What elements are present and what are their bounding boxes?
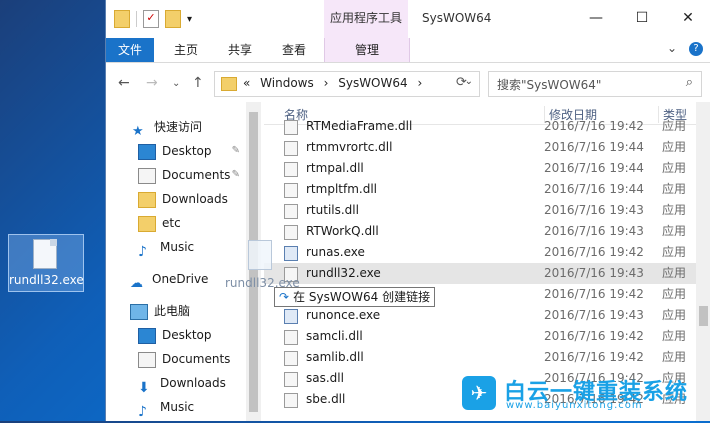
folder-icon[interactable] — [114, 10, 130, 28]
desktop-file-label: rundll32.exe — [9, 273, 84, 287]
dll-file-icon — [284, 120, 298, 135]
pin-icon[interactable]: ✎ — [232, 140, 240, 162]
forward-icon[interactable]: → — [146, 75, 158, 91]
table-row[interactable]: rtmpal.dll 2016/7/16 19:44 应用 — [264, 158, 696, 179]
breadcrumb-windows[interactable]: Windows — [260, 76, 314, 90]
link-arrow-icon: ↷ — [279, 290, 290, 304]
search-icon: ⌕ — [685, 75, 693, 90]
quick-access-toolbar: ✓ ▾ — [114, 10, 192, 28]
dll-file-icon — [284, 183, 298, 198]
nav-item-this-pc[interactable]: 此电脑 — [130, 300, 190, 322]
pin-icon[interactable]: ✎ — [232, 164, 240, 186]
context-tab-app-tools: 应用程序工具 — [324, 0, 408, 38]
customize-qat-icon[interactable]: ▾ — [187, 14, 192, 25]
recent-dropdown-icon[interactable]: ⌄ — [172, 78, 180, 89]
window-title: SysWOW64 — [422, 11, 492, 25]
nav-item-pc-downloads[interactable]: ⬇ Downloads — [138, 372, 226, 396]
minimize-button[interactable]: — — [573, 0, 619, 36]
up-icon[interactable]: ↑ — [192, 75, 204, 91]
dll-file-icon — [284, 162, 298, 177]
window-controls: — ☐ ✕ — [573, 0, 710, 36]
table-row[interactable]: rundll32.exe 2016/7/16 19:43 应用 — [264, 263, 696, 284]
nav-item-onedrive[interactable]: ☁ OneDrive — [130, 268, 208, 291]
maximize-button[interactable]: ☐ — [619, 0, 665, 36]
desktop-icon — [138, 143, 156, 160]
desktop-file-item[interactable]: rundll32.exe — [8, 234, 84, 292]
table-row[interactable]: rtmpltfm.dll 2016/7/16 19:44 应用 — [264, 179, 696, 200]
breadcrumb-sep[interactable]: › — [417, 76, 422, 90]
nav-item-quick-access[interactable]: ★ 快速访问 — [132, 116, 202, 139]
pc-icon — [130, 303, 148, 320]
dll-file-icon — [284, 351, 298, 366]
help-icon[interactable]: ? — [689, 42, 703, 56]
table-row[interactable]: RTWorkQ.dll 2016/7/16 19:43 应用 — [264, 221, 696, 242]
drag-tooltip: ↷ 在 SysWOW64 创建链接 — [274, 287, 436, 307]
navigation-pane: ★ 快速访问 Desktop ✎ Documents ✎ Downloads etc … — [106, 102, 246, 421]
documents-icon — [138, 167, 156, 184]
explorer-window: ✓ ▾ 应用程序工具 SysWOW64 — ☐ ✕ 文件 主页 共享 查看 管理… — [105, 0, 710, 421]
music-icon: ♪ — [138, 403, 147, 420]
tab-share[interactable]: 共享 — [228, 38, 252, 62]
download-icon: ⬇ — [138, 379, 150, 396]
desktop-icon — [138, 327, 156, 344]
tab-file[interactable]: 文件 — [106, 38, 154, 62]
breadcrumb: « Windows › SysWOW64 › — [243, 76, 428, 90]
file-icon — [33, 239, 57, 269]
table-row[interactable]: rtmmvrortc.dll 2016/7/16 19:44 应用 — [264, 137, 696, 158]
nav-item-pc-desktop[interactable]: Desktop — [138, 324, 212, 346]
folder-icon — [138, 191, 156, 208]
table-row[interactable]: runonce.exe 2016/7/16 19:43 应用 — [264, 305, 696, 326]
back-icon[interactable]: ← — [118, 75, 130, 91]
sort-caret-icon: ^ — [402, 102, 411, 109]
folder-icon — [138, 215, 156, 232]
ribbon-expand-icon[interactable]: ⌄ — [667, 41, 677, 55]
exe-file-icon — [284, 309, 298, 324]
ribbon-tabs: 文件 主页 共享 查看 管理 ⌄ ? — [106, 38, 710, 63]
folder-icon — [221, 77, 237, 91]
exe-file-icon — [284, 246, 298, 261]
nav-item-downloads[interactable]: Downloads — [138, 188, 228, 210]
nav-item-music[interactable]: ♪ Music — [138, 236, 194, 260]
music-icon: ♪ — [138, 243, 147, 260]
star-icon: ★ — [132, 123, 144, 139]
address-field[interactable]: « Windows › SysWOW64 › ⌄ — [214, 71, 480, 97]
dll-file-icon — [284, 141, 298, 156]
breadcrumb-overflow[interactable]: « — [243, 76, 250, 90]
close-button[interactable]: ✕ — [665, 0, 710, 36]
search-placeholder: 搜索"SysWOW64" — [497, 78, 602, 92]
nav-item-pc-music[interactable]: ♪ Music — [138, 396, 194, 420]
table-row[interactable]: samlib.dll 2016/7/16 19:42 应用 — [264, 347, 696, 368]
properties-icon[interactable]: ✓ — [143, 10, 159, 28]
tab-home[interactable]: 主页 — [174, 38, 198, 62]
dll-file-icon — [284, 393, 298, 408]
dll-file-icon — [284, 330, 298, 345]
watermark-url: www.baiyunxitong.com — [506, 400, 643, 411]
title-bar: ✓ ▾ 应用程序工具 SysWOW64 — ☐ ✕ — [106, 0, 710, 38]
refresh-icon[interactable]: ⟳ — [456, 75, 467, 90]
dll-file-icon — [284, 204, 298, 219]
tab-manage[interactable]: 管理 — [324, 38, 410, 62]
watermark: ✈ 白云一键重装系统 www.baiyunxitong.com — [462, 376, 700, 412]
table-row[interactable]: RTMediaFrame.dll 2016/7/16 19:42 应用 — [264, 116, 696, 137]
file-list-scrollbar[interactable] — [696, 102, 710, 421]
documents-icon — [138, 351, 156, 368]
nav-item-pc-documents[interactable]: Documents — [138, 348, 230, 370]
table-row[interactable]: runas.exe 2016/7/16 19:42 应用 — [264, 242, 696, 263]
bird-logo-icon: ✈ — [462, 376, 496, 410]
table-row[interactable]: rtutils.dll 2016/7/16 19:43 应用 — [264, 200, 696, 221]
cloud-icon: ☁ — [130, 275, 143, 291]
tab-view[interactable]: 查看 — [282, 38, 306, 62]
nav-item-etc[interactable]: etc — [138, 212, 181, 234]
drag-ghost-file-icon — [248, 240, 272, 270]
new-folder-icon[interactable] — [165, 10, 181, 28]
breadcrumb-syswow64[interactable]: SysWOW64 — [338, 76, 407, 90]
address-bar-row: ← → ⌄ ↑ « Windows › SysWOW64 › ⌄ ⟳ 搜索"Sy… — [106, 63, 710, 103]
table-row[interactable]: samcli.dll 2016/7/16 19:42 应用 — [264, 326, 696, 347]
dll-file-icon — [284, 372, 298, 387]
dll-file-icon — [284, 225, 298, 240]
search-input[interactable]: 搜索"SysWOW64" ⌕ — [488, 71, 702, 97]
breadcrumb-sep[interactable]: › — [324, 76, 329, 90]
nav-item-desktop[interactable]: Desktop ✎ — [138, 140, 246, 162]
nav-item-documents[interactable]: Documents ✎ — [138, 164, 246, 186]
